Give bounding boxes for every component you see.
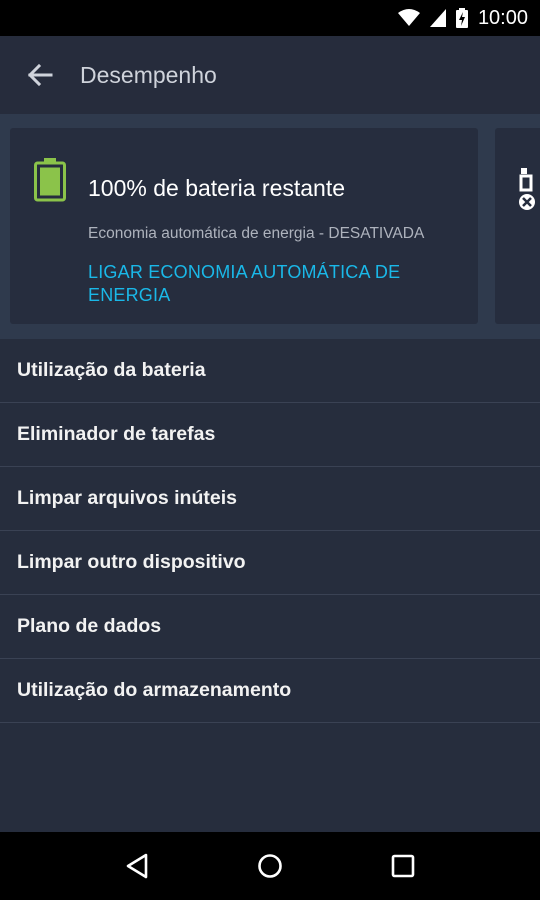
back-button[interactable] (0, 36, 80, 114)
nav-home-button[interactable] (240, 836, 300, 896)
system-nav-bar (0, 832, 540, 900)
home-circle-icon (258, 854, 282, 878)
back-triangle-icon (126, 853, 147, 879)
battery-card[interactable]: 100% de bateria restante Economia automá… (10, 128, 478, 324)
battery-card-title: 100% de bateria restante (88, 175, 346, 201)
battery-full-icon (34, 158, 66, 207)
status-bar: 10:00 (0, 0, 540, 36)
menu-item-storage-usage[interactable]: Utilização do armazenamento (0, 659, 540, 723)
performance-menu: Utilização da bateria Eliminador de tare… (0, 339, 540, 723)
wifi-icon (397, 9, 420, 26)
menu-item-battery-usage[interactable]: Utilização da bateria (0, 339, 540, 403)
enable-power-saving-link[interactable]: LIGAR ECONOMIA AUTOMÁTICA DE ENERGIA (88, 261, 428, 307)
menu-item-clean-other-device[interactable]: Limpar outro dispositivo (0, 531, 540, 595)
page-title: Desempenho (80, 61, 217, 88)
status-time: 10:00 (477, 6, 528, 29)
signal-icon (429, 9, 446, 27)
menu-item-data-plan[interactable]: Plano de dados (0, 595, 540, 659)
arrow-back-icon (27, 63, 53, 87)
next-card-peek[interactable] (495, 128, 540, 324)
menu-item-clean-junk[interactable]: Limpar arquivos inúteis (0, 467, 540, 531)
battery-card-subtitle: Economia automática de energia - DESATIV… (88, 225, 425, 242)
recents-square-icon (392, 854, 415, 878)
nav-recents-button[interactable] (373, 836, 433, 896)
battery-charging-icon (455, 8, 468, 28)
app-bar: Desempenho (0, 36, 540, 114)
card-carousel[interactable]: 100% de bateria restante Economia automá… (0, 114, 540, 339)
menu-item-task-killer[interactable]: Eliminador de tarefas (0, 403, 540, 467)
device-icon (519, 168, 535, 210)
nav-back-button[interactable] (107, 836, 167, 896)
